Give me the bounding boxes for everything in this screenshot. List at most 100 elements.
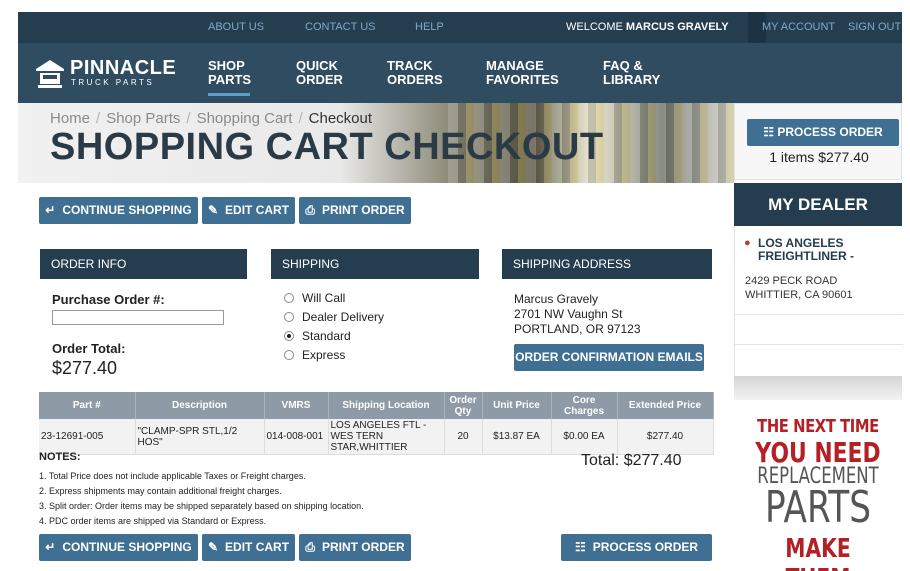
radio-icon [284,350,294,360]
print-order-button[interactable]: ⎙ PRINT ORDER [299,197,411,224]
column-header: Description [135,392,265,419]
button-label: PROCESS ORDER [777,125,883,139]
nav-label: SHOP [208,58,245,73]
address-name: Marcus Gravely [514,292,599,306]
my-dealer-heading: MY DEALER [734,183,902,226]
dealer-info: ● LOS ANGELES FREIGHTLINER - 2429 PECK R… [734,226,903,376]
note-item: 3. Split order: Order items may be shipp… [39,501,364,511]
print-order-button-bottom[interactable]: ⎙ PRINT ORDER [299,534,411,561]
button-label: PRINT ORDER [321,540,405,554]
order-info-heading: ORDER INFO [40,249,247,279]
breadcrumb-separator: / [186,110,191,127]
welcome-message: WELCOME MARCUS GRAVELY [566,12,729,43]
edit-cart-button-bottom[interactable]: ✎ EDIT CART [202,534,295,561]
label-text: Purchase Order #: [52,292,165,307]
continue-shopping-button[interactable]: ↵ CONTINUE SHOPPING [39,197,198,224]
purchase-order-input[interactable] [52,310,224,325]
nav-label: TRACK [387,58,433,73]
cell-description: "CLAMP-SPR STL,1/2 HOS" [135,419,265,455]
printer-icon: ⎙ [305,540,315,554]
sidebar-divider-image [734,376,902,400]
sign-out-link[interactable]: SIGN OUT [848,12,901,43]
shipping-option-express[interactable]: Express [284,348,345,362]
cell-core-charges: $0.00 EA [551,419,618,455]
nav-label: QUICK [296,58,338,73]
order-total-value: $277.40 [52,358,118,378]
shipping-address-heading: SHIPPING ADDRESS [502,249,712,279]
nav-faq-library[interactable]: FAQ & LIBRARY [603,59,660,87]
about-us-link[interactable]: ABOUT US [208,12,264,43]
address-city: PORTLAND, OR 97123 [514,322,641,336]
continue-shopping-button-bottom[interactable]: ↵ CONTINUE SHOPPING [39,534,198,561]
divider [735,314,903,315]
edit-cart-button[interactable]: ✎ EDIT CART [202,197,295,224]
button-label: PROCESS ORDER [592,540,699,554]
contact-us-link[interactable]: CONTACT US [305,12,376,43]
help-link[interactable]: HELP [415,12,444,43]
return-arrow-icon: ↵ [45,540,56,554]
my-account-link[interactable]: MY ACCOUNT [762,12,835,43]
dealer-name[interactable]: ● LOS ANGELES FREIGHTLINER - [744,236,895,263]
option-label: Standard [302,329,351,343]
basket-icon: ☷ [574,540,586,554]
radio-icon [284,293,294,303]
dealer-address: 2429 PECK ROAD WHITTIER, CA 90601 [745,274,853,302]
shipping-heading: SHIPPING [271,249,479,279]
breadcrumb-separator: / [298,110,303,127]
note-item: 2. Express shipments may contain additio… [39,486,282,496]
return-arrow-icon: ↵ [45,203,56,217]
cell-order-qty: 20 [444,419,483,455]
shipping-option-standard[interactable]: Standard [284,329,351,343]
column-header: VMRS [264,392,329,419]
breadcrumb-separator: / [96,110,101,127]
shipping-option-dealer-delivery[interactable]: Dealer Delivery [284,310,384,324]
basket-icon: ☷ [763,125,775,139]
column-header: Unit Price [482,392,552,419]
brand-logo[interactable]: PINNACLE TRUCK PARTS [34,57,179,91]
breadcrumb-shop-parts[interactable]: Shop Parts [106,110,180,127]
nav-label: FAVORITES [486,72,559,87]
dealer-city: WHITTIER, CA 90601 [745,289,853,301]
purchase-order-label: Purchase Order #: [52,292,165,307]
welcome-prefix: WELCOME [566,21,623,33]
nav-quick-order[interactable]: QUICK ORDER [296,59,343,87]
cell-shipping-location: LOS ANGELES FTL - WES TERN STAR,WHITTIER [328,419,445,455]
nav-shop-parts[interactable]: SHOP PARTS [208,58,251,96]
nav-track-orders[interactable]: TRACK ORDERS [387,59,443,87]
nav-label: LIBRARY [603,72,661,87]
edit-icon: ✎ [207,203,219,217]
brand-name: PINNACLE [70,57,177,79]
truck-logo-icon [36,60,64,88]
breadcrumb: Home / Shop Parts / Shopping Cart / Checkout [50,110,372,127]
cell-unit-price: $13.87 EA [482,419,552,455]
divider [735,344,903,345]
button-label: EDIT CART [225,203,290,217]
cell-extended-price: $277.40 [617,419,714,455]
sidebar-process-order-button[interactable]: ☷ PROCESS ORDER [747,119,899,146]
page-title: SHOPPING CART CHECKOUT [50,126,604,168]
cell-part-number: 23-12691-005 [39,419,136,455]
column-header: Extended Price [617,392,714,419]
shipping-option-will-call[interactable]: Will Call [284,291,345,305]
option-label: Will Call [302,291,346,305]
breadcrumb-shopping-cart[interactable]: Shopping Cart [197,110,293,127]
column-header: Core Charges [551,392,618,419]
label-text: Order Total: [52,341,126,356]
process-order-button-bottom[interactable]: ☷ PROCESS ORDER [561,534,712,561]
note-item: 4. PDC order items are shipped via Stand… [39,516,267,526]
checkout-panel: ↵ CONTINUE SHOPPING ✎ EDIT CART ⎙ PRINT ORD… [28,183,724,571]
nav-label: FAQ & [603,58,643,73]
breadcrumb-home[interactable]: Home [50,110,90,127]
promo-ad[interactable]: THE NEXT TIME YOU NEED REPLACEMENT PARTS… [734,400,902,571]
address-street: 2701 NW Vaughn St [514,307,623,321]
ad-line: MAKE THEM [785,534,851,571]
notes-heading: NOTES: [39,451,81,463]
brand-subtitle: TRUCK PARTS [71,78,155,87]
dealer-name-text: LOS ANGELES FREIGHTLINER - [758,236,854,263]
table-header-row: Part # Description VMRS Shipping Locatio… [39,392,714,419]
order-confirmation-emails-button[interactable]: ORDER CONFIRMATION EMAILS [514,344,704,371]
order-total-summary: Total: $277.40 [581,452,682,469]
button-label: PRINT ORDER [321,203,405,217]
button-label: CONTINUE SHOPPING [62,540,192,554]
nav-manage-favorites[interactable]: MANAGE FAVORITES [486,59,559,87]
